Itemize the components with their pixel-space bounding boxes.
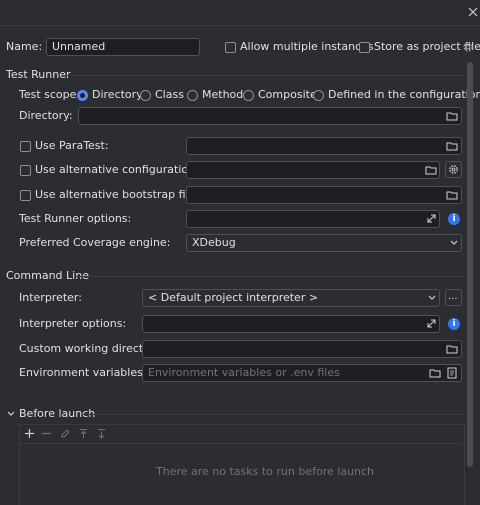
chevron-down-icon[interactable] — [7, 411, 15, 417]
scope-radio-method[interactable] — [187, 90, 198, 101]
env-vars-field[interactable]: Environment variables or .env files — [142, 364, 462, 382]
folder-icon[interactable] — [446, 140, 458, 152]
interpreter-options-label: Interpreter options: — [19, 317, 127, 330]
folder-icon[interactable] — [446, 110, 458, 122]
scope-radio-class[interactable] — [140, 90, 151, 101]
add-icon[interactable] — [24, 428, 35, 439]
section-divider — [66, 75, 464, 76]
title-bar — [0, 0, 480, 26]
paratest-field[interactable] — [186, 137, 462, 155]
scope-radio-defined[interactable] — [313, 90, 324, 101]
test-scope-label: Test scope: — [19, 88, 81, 101]
interpreter-label: Interpreter: — [19, 291, 82, 304]
interpreter-options-field[interactable] — [142, 315, 440, 333]
edit-icon[interactable] — [60, 428, 71, 439]
chevron-down-icon — [428, 295, 436, 300]
runner-options-label: Test Runner options: — [19, 212, 132, 225]
scope-label-composite: Composite — [258, 88, 317, 101]
runner-options-field[interactable] — [186, 210, 440, 228]
more-icon: ... — [448, 291, 458, 302]
chevron-down-icon — [450, 240, 458, 245]
folder-icon[interactable] — [425, 164, 437, 176]
use-paratest-checkbox[interactable] — [20, 141, 31, 152]
move-down-icon[interactable] — [96, 428, 107, 439]
scope-label-class: Class — [155, 88, 184, 101]
move-up-icon[interactable] — [78, 428, 89, 439]
gear-icon[interactable] — [462, 41, 474, 53]
scope-radio-composite[interactable] — [243, 90, 254, 101]
scope-label-defined: Defined in the configuration file — [328, 88, 480, 101]
alt-bootstrap-field[interactable] — [186, 186, 462, 204]
folder-icon[interactable] — [429, 367, 441, 379]
name-label: Name: — [6, 40, 43, 53]
alt-bootstrap-label: Use alternative bootstrap file: — [35, 188, 200, 201]
allow-multiple-label: Allow multiple instances — [240, 40, 374, 53]
working-dir-field[interactable] — [142, 340, 462, 358]
scope-label-method: Method — [202, 88, 244, 101]
alt-config-checkbox[interactable] — [20, 165, 31, 176]
name-field[interactable]: Unnamed — [46, 38, 200, 56]
info-icon[interactable]: i — [448, 213, 460, 225]
env-vars-label: Environment variables: — [19, 366, 147, 379]
info-icon[interactable]: i — [448, 318, 460, 330]
alt-bootstrap-checkbox[interactable] — [20, 190, 31, 201]
folder-icon[interactable] — [446, 189, 458, 201]
scope-radio-directory[interactable] — [77, 90, 88, 101]
remove-icon[interactable] — [41, 428, 52, 439]
gear-icon — [449, 165, 458, 174]
folder-icon[interactable] — [446, 343, 458, 355]
close-icon[interactable] — [468, 7, 478, 17]
empty-tasks-text: There are no tasks to run before launch — [156, 465, 375, 478]
store-project-checkbox[interactable] — [359, 42, 370, 53]
test-runner-section-title: Test Runner — [6, 68, 71, 81]
expand-icon[interactable] — [426, 318, 437, 329]
alt-config-field[interactable] — [186, 161, 440, 179]
scrollbar-thumb[interactable] — [467, 62, 473, 467]
interpreter-select[interactable]: < Default project interpreter > — [142, 289, 440, 307]
allow-multiple-checkbox[interactable] — [225, 42, 236, 53]
section-divider — [76, 276, 464, 277]
expand-icon[interactable] — [426, 213, 437, 224]
coverage-select[interactable]: XDebug — [186, 234, 462, 252]
scope-label-directory: Directory — [92, 88, 143, 101]
directory-field[interactable] — [78, 107, 462, 125]
coverage-label: Preferred Coverage engine: — [19, 236, 171, 249]
document-icon[interactable] — [446, 367, 458, 379]
directory-label: Directory: — [19, 109, 73, 122]
use-paratest-label: Use ParaTest: — [35, 139, 109, 152]
section-divider — [82, 414, 464, 415]
